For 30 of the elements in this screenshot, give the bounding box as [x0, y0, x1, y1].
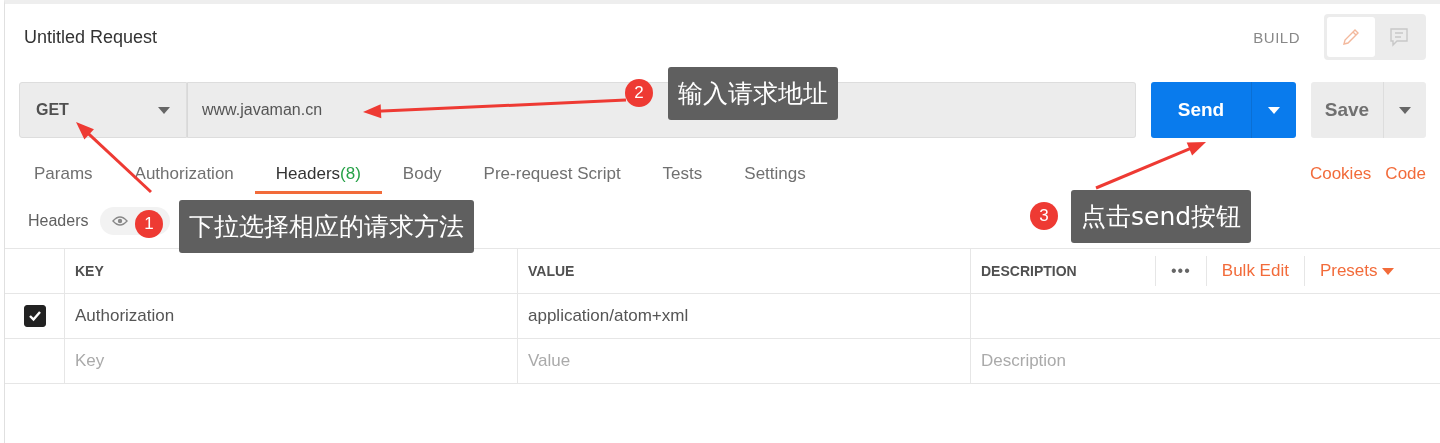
annotation-tooltip: 下拉选择相应的请求方法 — [179, 200, 474, 253]
link[interactable]: Cookies — [1309, 163, 1372, 184]
tab[interactable]: Pre-request Script — [462, 156, 642, 194]
input-field[interactable]: Key — [75, 351, 275, 371]
column-header: VALUE — [518, 249, 971, 293]
request-title: Untitled Request — [24, 26, 158, 48]
section-label: Headers — [28, 212, 89, 230]
tab[interactable]: Authorization — [113, 156, 255, 194]
annotation-tooltip: 输入请求地址 — [668, 67, 838, 120]
more-button[interactable]: ••• — [1155, 256, 1206, 286]
step-number-badge: 2 — [625, 79, 653, 107]
presets-button[interactable]: Presets — [1303, 256, 1410, 286]
tab[interactable]: Body — [381, 156, 463, 194]
mode-label: BUILD — [1253, 28, 1300, 46]
tab[interactable]: Headers(8) — [254, 156, 382, 194]
tab[interactable]: Settings — [723, 156, 827, 194]
input-field[interactable]: Value — [528, 351, 728, 371]
column-header: DESCRIPTION — [980, 262, 1078, 281]
table-cell: application/atom+xml — [528, 306, 689, 326]
step-number-badge: 3 — [1030, 202, 1058, 230]
input-field[interactable]: Description — [981, 351, 1181, 371]
tab[interactable]: Params — [13, 156, 114, 194]
send-button[interactable]: Send — [1151, 82, 1251, 138]
method-dropdown[interactable]: GET — [19, 82, 187, 138]
link[interactable]: Code — [1385, 163, 1426, 184]
bulk-edit-button[interactable]: Bulk Edit — [1205, 256, 1304, 286]
table-cell: Authorization — [75, 306, 175, 326]
tab[interactable]: Tests — [641, 156, 724, 194]
save-button[interactable]: Save — [1311, 82, 1383, 138]
annotation-tooltip: 点击send按钮 — [1071, 190, 1252, 243]
